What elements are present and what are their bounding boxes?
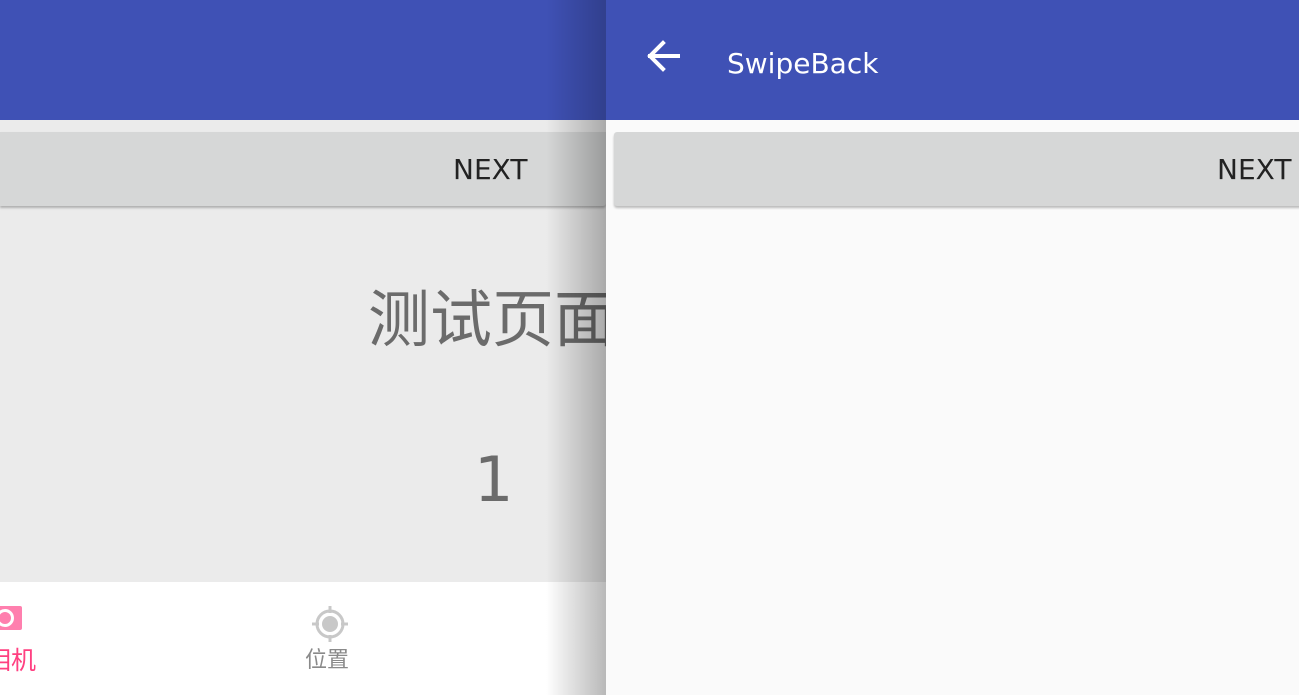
bottom-navigation: 相机 位置 [0,582,606,695]
nav-item-camera[interactable]: 相机 [0,606,46,686]
page-heading: 测试页面 [368,283,606,356]
page-number: 1 [474,443,514,516]
arrow-back-icon [647,40,680,72]
left-next-button-label: NEXT [453,153,528,186]
right-next-button-label: NEXT [1217,153,1292,186]
right-toolbar: SwipeBack [606,0,1299,120]
camera-icon [0,606,22,630]
nav-item-camera-label: 相机 [0,646,37,675]
nav-item-location[interactable]: 位置 [300,604,360,684]
nav-item-location-label: 位置 [305,648,350,673]
location-icon [312,606,348,642]
left-next-button[interactable]: NEXT [0,132,606,206]
right-next-button[interactable]: NEXT [614,132,1299,206]
right-toolbar-title: SwipeBack [727,47,879,80]
right-page[interactable]: SwipeBack NEXT [606,0,1299,695]
left-toolbar: ck [0,0,606,120]
back-button[interactable] [634,30,694,82]
left-page: ck NEXT 测试页面 1 相机 位置 [0,0,606,695]
